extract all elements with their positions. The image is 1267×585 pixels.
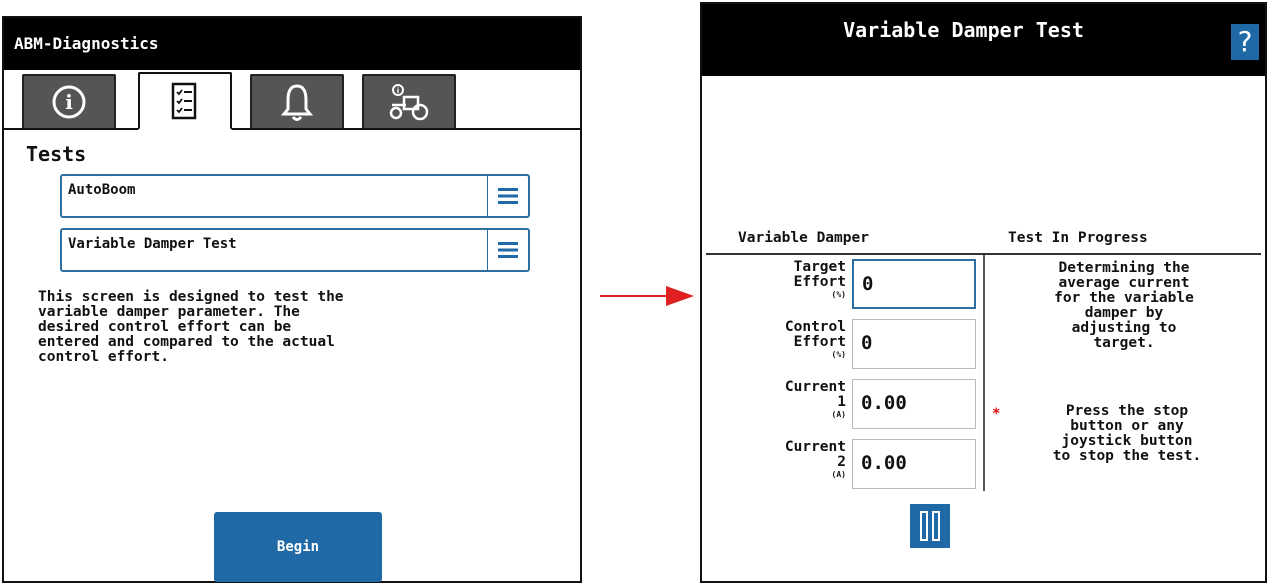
target-effort-unit: (%) [831, 290, 846, 299]
transition-arrow-icon [600, 286, 694, 306]
current-2-label: Current 2 (A) [710, 440, 846, 480]
bell-icon [280, 84, 314, 121]
current-2-field: 0.00 [852, 439, 976, 489]
tab-divider [4, 128, 580, 130]
status-message: Determining the average current for the … [1054, 260, 1194, 351]
column-divider [983, 255, 985, 491]
variable-damper-header: Variable Damper [738, 230, 869, 246]
target-effort-label: Target Effort (%) [710, 260, 846, 300]
target-effort-input[interactable]: 0 [852, 259, 976, 309]
current-2-label-text: Current 2 [784, 439, 846, 470]
checklist-icon [171, 82, 197, 120]
machine-icon: i [389, 84, 429, 121]
help-button[interactable]: ? [1231, 24, 1259, 60]
pause-icon [932, 511, 940, 541]
svg-text:i: i [397, 87, 399, 95]
abm-diagnostics-screen: ABM-Diagnostics i i Tests AutoBoom Varia… [2, 16, 582, 583]
current-1-label-text: Current 1 [784, 379, 846, 410]
test-group-value: AutoBoom [68, 182, 136, 198]
current-1-field: 0.00 [852, 379, 976, 429]
test-value: Variable Damper Test [68, 236, 237, 252]
current-1-label: Current 1 (A) [710, 380, 846, 420]
control-effort-unit: (%) [831, 350, 846, 359]
pause-button[interactable] [910, 504, 950, 548]
test-select[interactable]: Variable Damper Test [60, 228, 530, 272]
title-bar: Variable Damper Test ? [702, 4, 1265, 76]
stop-instructions: Press the stop button or any joystick bu… [1052, 403, 1202, 464]
test-description: This screen is designed to test the vari… [38, 289, 344, 365]
control-effort-label-text: Control Effort [784, 319, 846, 350]
target-effort-label-text: Target Effort [793, 259, 846, 290]
tab-machine[interactable]: i [362, 74, 456, 128]
test-in-progress-header: Test In Progress [1008, 230, 1148, 246]
tab-tests[interactable] [138, 72, 232, 130]
pause-icon [920, 511, 928, 541]
screen-title: Variable Damper Test [843, 18, 1084, 42]
menu-icon[interactable] [487, 230, 528, 270]
section-heading: Tests [26, 142, 87, 166]
tab-info[interactable]: i [22, 74, 116, 128]
control-effort-label: Control Effort (%) [710, 320, 846, 360]
current-2-unit: (A) [831, 470, 846, 479]
svg-text:i: i [65, 90, 73, 114]
control-effort-field: 0 [852, 319, 976, 369]
begin-button[interactable]: Begin [214, 512, 382, 582]
test-group-select[interactable]: AutoBoom [60, 174, 530, 218]
menu-icon[interactable] [487, 176, 528, 216]
info-icon: i [52, 85, 86, 119]
app-title: ABM-Diagnostics [4, 18, 580, 70]
current-1-unit: (A) [831, 410, 846, 419]
tab-alarms[interactable] [250, 74, 344, 128]
variable-damper-test-screen: Variable Damper Test ? Variable Damper T… [700, 2, 1267, 583]
